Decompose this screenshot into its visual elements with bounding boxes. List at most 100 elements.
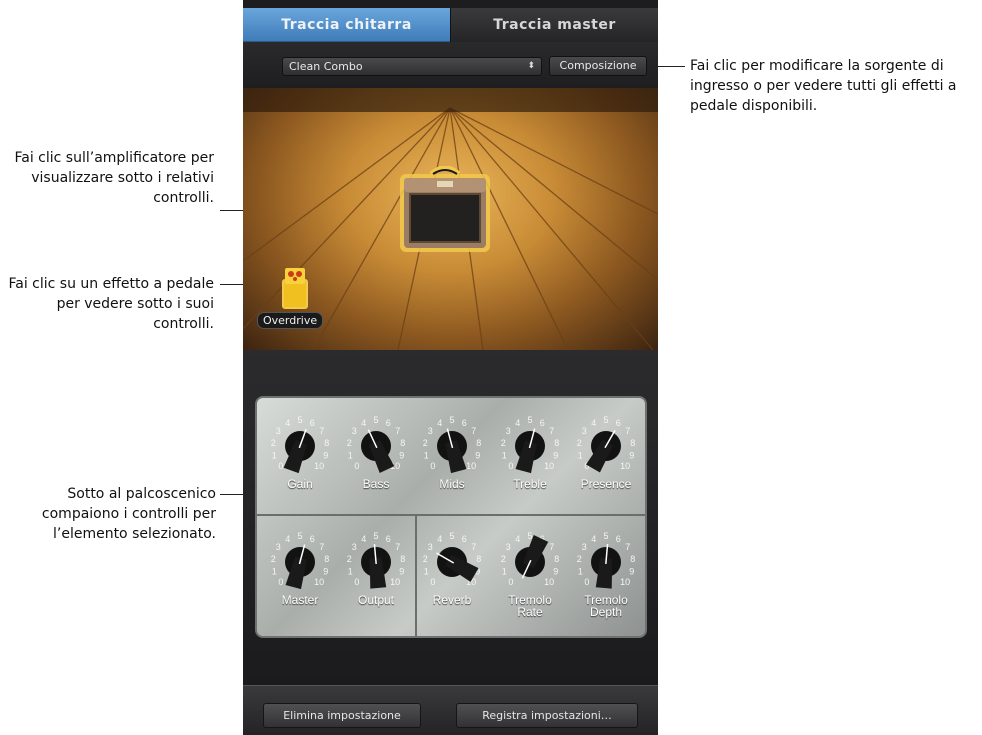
knob-dial-icon: 01234 5 678910 [347,415,405,473]
pedal-overdrive[interactable] [281,266,311,310]
knob-dial-icon: 01234 5 678910 [423,415,481,474]
tab-guitar-track[interactable]: Traccia chitarra [243,8,450,42]
svg-text:1: 1 [424,450,429,460]
knob-bass[interactable]: 0 1 2 3 4 5 6 7 8 9 10 Bass [343,410,409,494]
knob-mids[interactable]: 0 1 2 3 4 5 6 7 8 9 10 Mids [419,410,485,494]
svg-text:6: 6 [462,534,467,544]
knob-label: Presence [580,477,632,491]
svg-text:4: 4 [285,534,290,544]
knob-gain[interactable]: 0 1 2 3 4 5 6 7 8 9 10 Gain [267,410,333,494]
knob-treble[interactable]: 0 1 2 3 4 5 6 7 8 9 10 Treble [497,410,563,494]
svg-text:5: 5 [603,531,608,541]
tab-master-track[interactable]: Traccia master [450,8,658,42]
pedal-label: Overdrive [257,312,324,329]
svg-text:8: 8 [554,438,559,448]
svg-text:7: 7 [471,542,476,552]
svg-text:3: 3 [276,542,281,552]
pedal-icon [282,268,308,309]
svg-text:7: 7 [549,426,554,436]
svg-text:2: 2 [347,438,352,448]
svg-text:10: 10 [544,461,554,471]
svg-text:6: 6 [386,534,391,544]
amp-icon [400,166,490,252]
svg-text:10: 10 [466,461,476,471]
svg-text:3: 3 [352,542,357,552]
knob-label: Master [281,593,319,607]
knob-label: Tremolo Depth [584,593,628,619]
svg-text:5: 5 [297,531,302,541]
svg-text:0: 0 [278,577,283,587]
svg-text:9: 9 [475,450,480,460]
knob-label: Tremolo Rate [508,593,552,619]
svg-text:1: 1 [272,566,277,576]
knob-output[interactable]: 0 1 2 3 4 5 6 7 8 9 10 Output [343,526,409,610]
svg-text:3: 3 [428,542,433,552]
save-settings-button[interactable]: Registra impostazioni… [456,703,638,728]
svg-text:2: 2 [577,438,582,448]
svg-text:6: 6 [616,418,621,428]
svg-text:10: 10 [314,577,324,587]
knob-master[interactable]: 0 1 2 3 4 5 6 7 8 9 10 Master [267,526,333,610]
svg-text:6: 6 [310,534,315,544]
callout-stage: Sotto al palcoscenico compaiono i contro… [41,486,216,542]
preset-select-value: Clean Combo [289,60,363,73]
svg-text:0: 0 [508,577,513,587]
amplifier[interactable] [397,166,493,256]
svg-text:5: 5 [527,531,532,541]
svg-text:7: 7 [395,426,400,436]
svg-text:6: 6 [462,418,467,428]
svg-text:8: 8 [400,554,405,564]
svg-text:4: 4 [437,418,442,428]
knob-presence[interactable]: 0 1 2 3 4 5 6 7 8 9 10 Presence [573,410,639,494]
delete-setting-button[interactable]: Elimina impostazione [263,703,421,728]
knob-label: Reverb [432,593,472,607]
svg-text:2: 2 [501,438,506,448]
knob-dial-icon: 01234 5 678910 [577,531,635,589]
svg-text:7: 7 [625,426,630,436]
callout-source: Fai clic per modificare la sorgente di i… [690,58,957,114]
svg-text:2: 2 [577,554,582,564]
svg-text:1: 1 [348,450,353,460]
stage: Overdrive [243,88,658,350]
svg-text:8: 8 [476,438,481,448]
svg-text:4: 4 [591,534,596,544]
svg-text:5: 5 [449,415,454,425]
svg-text:9: 9 [399,450,404,460]
svg-text:5: 5 [603,415,608,425]
knob-label: Gain [287,477,313,491]
svg-text:6: 6 [616,534,621,544]
svg-text:7: 7 [319,542,324,552]
svg-text:9: 9 [323,566,328,576]
svg-text:2: 2 [423,554,428,564]
knob-dial-icon: 01234 5 678910 [501,531,559,587]
svg-text:3: 3 [276,426,281,436]
svg-text:6: 6 [310,418,315,428]
svg-text:1: 1 [502,450,507,460]
preset-select[interactable]: Clean Combo ⬍ [282,57,542,76]
amp-control-plate: 0 1 2 3 4 5 6 7 8 9 10 Gain 0 1 2 3 4 5 6 7 8 9 10 Bass 0 1 2 3 4 5 6 7… [255,396,647,638]
svg-text:3: 3 [506,542,511,552]
svg-text:0: 0 [430,577,435,587]
callout-pedal: Fai clic su un effetto a pedale per vede… [8,276,215,332]
svg-text:4: 4 [437,534,442,544]
footer-bar: Elimina impostazione Registra impostazio… [243,685,658,735]
svg-text:10: 10 [314,461,324,471]
svg-text:4: 4 [361,418,366,428]
svg-text:3: 3 [428,426,433,436]
svg-text:1: 1 [348,566,353,576]
garageband-amp-panel: Traccia chitarra Traccia master Clean Co… [243,0,658,735]
knob-tremolo-rate[interactable]: 0 1 2 3 4 5 6 7 8 9 10 Tremolo Rate [497,526,563,618]
svg-text:2: 2 [271,554,276,564]
svg-text:0: 0 [354,577,359,587]
svg-text:10: 10 [620,577,630,587]
plate-divider-vertical [415,516,417,636]
knob-reverb[interactable]: 0 1 2 3 4 5 6 7 8 9 10 Reverb [419,526,485,610]
svg-text:10: 10 [544,577,554,587]
svg-text:7: 7 [471,426,476,436]
svg-text:8: 8 [324,554,329,564]
knob-dial-icon: 01 234 5 678 910 [271,531,329,590]
compose-button[interactable]: Composizione [549,56,647,76]
knob-tremolo-depth[interactable]: 0 1 2 3 4 5 6 7 8 9 10 Tremolo Depth [573,526,639,618]
svg-text:1: 1 [272,450,277,460]
svg-text:2: 2 [271,438,276,448]
